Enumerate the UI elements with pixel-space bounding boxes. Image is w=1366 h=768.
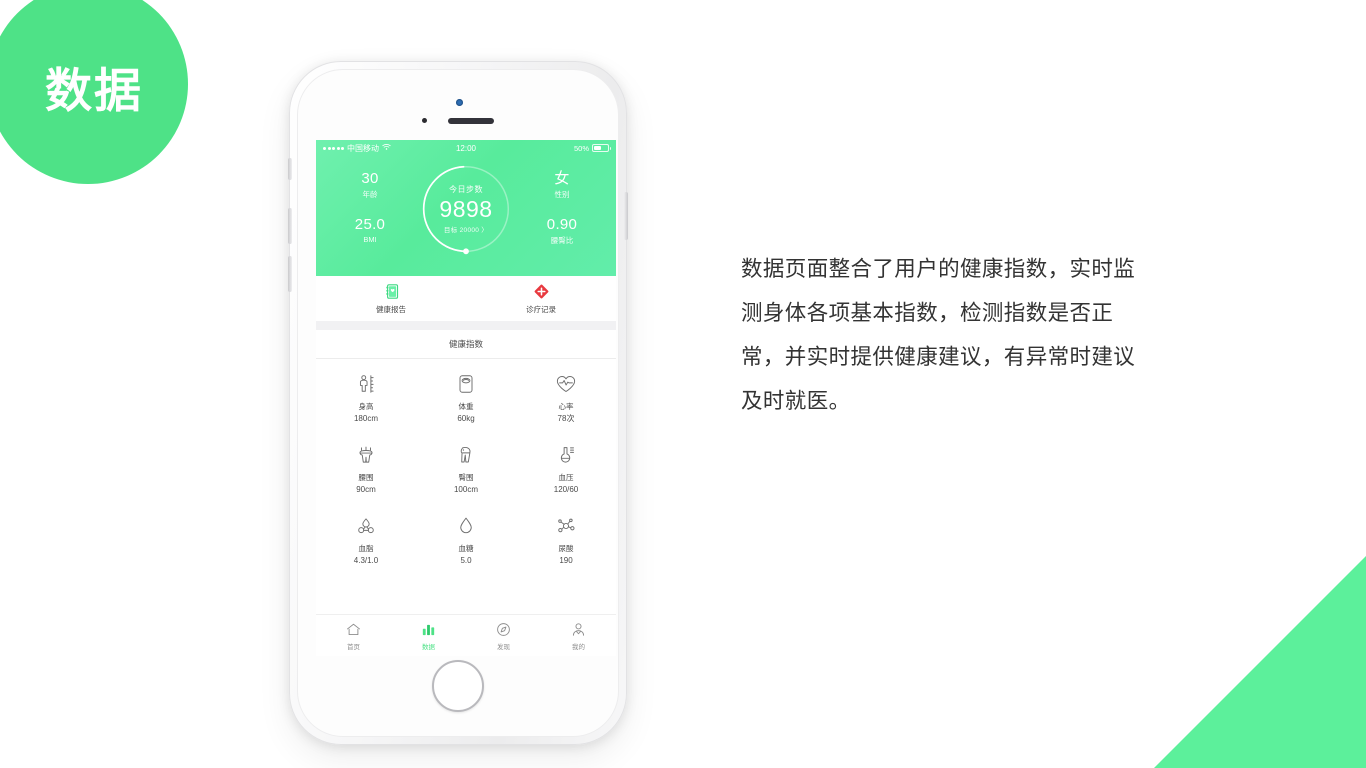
metric-uric-acid-value: 190 xyxy=(559,556,573,565)
bar-chart-icon xyxy=(420,621,437,638)
metric-heart-rate[interactable]: 心率 78次 xyxy=(516,363,616,434)
metric-row: 身高 180cm 体重 60kg 心率 78次 xyxy=(316,363,616,434)
tab-mine[interactable]: 我的 xyxy=(541,621,616,651)
blood-pressure-gauge-icon xyxy=(554,443,578,467)
metric-weight[interactable]: 体重 60kg xyxy=(416,363,516,434)
step-ring-content: 今日步数 9898 目标 20000 〉 xyxy=(419,162,513,256)
quick-action-medical-record-label: 诊疗记录 xyxy=(526,304,556,314)
bottom-tab-bar: 首页 数据 发现 我的 xyxy=(316,614,616,656)
metric-blood-pressure-value: 120/60 xyxy=(553,485,579,494)
weight-scale-icon xyxy=(454,372,478,396)
section-badge: 数据 xyxy=(0,0,188,184)
quick-action-health-report[interactable]: 健康报告 xyxy=(316,283,466,315)
tab-data[interactable]: 数据 xyxy=(391,621,466,651)
section-badge-label: 数据 xyxy=(45,63,143,117)
stat-gender-value: 女 xyxy=(554,170,570,187)
metric-hip[interactable]: 臀围 100cm xyxy=(416,434,516,505)
metric-row: 腰围 90cm 臀围 100cm 血压 120/60 xyxy=(316,434,616,505)
proximity-sensor-icon xyxy=(422,118,427,123)
earpiece-speaker xyxy=(448,118,494,124)
stat-bmi-label: BMI xyxy=(363,235,377,244)
metric-hip-value: 100cm xyxy=(453,485,478,494)
metric-uric-acid-name: 尿酸 xyxy=(558,544,574,553)
tab-discover[interactable]: 发现 xyxy=(466,621,541,651)
home-icon xyxy=(345,621,362,638)
lipid-molecule-icon xyxy=(354,514,378,538)
quick-action-row: 健康报告 诊疗记录 xyxy=(316,276,616,321)
step-count: 9898 xyxy=(439,196,493,222)
person-icon xyxy=(570,621,587,638)
metric-blood-sugar[interactable]: 血糖 5.0 xyxy=(416,505,516,576)
phone-body: 中国移动 12:00 50% 30 年龄 25.0 BMI 女 性别 0.90 … xyxy=(297,69,619,737)
height-person-ruler-icon xyxy=(354,372,378,396)
phone-mockup: 中国移动 12:00 50% 30 年龄 25.0 BMI 女 性别 0.90 … xyxy=(288,61,628,745)
stat-age-value: 30 xyxy=(361,170,379,187)
header-stats: 30 年龄 25.0 BMI 女 性别 0.90 腰臀比 今日步数 9898 目… xyxy=(316,140,616,276)
stat-bmi[interactable]: 25.0 BMI xyxy=(334,216,406,244)
stat-gender[interactable]: 女 性别 xyxy=(526,170,598,200)
quick-action-medical-record[interactable]: 诊疗记录 xyxy=(466,283,616,315)
metric-weight-value: 60kg xyxy=(457,414,475,423)
health-header-panel: 中国移动 12:00 50% 30 年龄 25.0 BMI 女 性别 0.90 … xyxy=(316,140,616,276)
description-text: 数据页面整合了用户的健康指数，实时监测身体各项基本指数，检测指数是否正常，并实时… xyxy=(741,257,1136,413)
metric-waist-name: 腰围 xyxy=(358,473,374,482)
volume-up-button[interactable] xyxy=(288,208,292,244)
metric-height[interactable]: 身高 180cm xyxy=(316,363,416,434)
step-title: 今日步数 xyxy=(449,185,483,194)
metric-hip-name: 臀围 xyxy=(458,473,474,482)
home-button[interactable] xyxy=(432,660,484,712)
step-progress-ring[interactable]: 今日步数 9898 目标 20000 〉 xyxy=(419,162,513,256)
stat-whr-value: 0.90 xyxy=(546,216,578,233)
tab-mine-label: 我的 xyxy=(572,643,585,651)
tab-home-label: 首页 xyxy=(347,643,360,651)
metric-blood-pressure[interactable]: 血压 120/60 xyxy=(516,434,616,505)
heart-pulse-icon xyxy=(554,372,578,396)
waist-measure-icon xyxy=(354,443,378,467)
stat-whr-label: 腰臀比 xyxy=(550,236,574,245)
quick-action-health-report-label: 健康报告 xyxy=(376,304,406,314)
section-title-health-index: 健康指数 xyxy=(316,330,616,358)
uric-acid-molecule-icon xyxy=(554,514,578,538)
phone-screen: 中国移动 12:00 50% 30 年龄 25.0 BMI 女 性别 0.90 … xyxy=(316,140,616,656)
compass-icon xyxy=(495,621,512,638)
tab-home[interactable]: 首页 xyxy=(316,621,391,651)
medical-cross-icon xyxy=(533,283,550,300)
metric-heart-rate-name: 心率 xyxy=(558,402,574,411)
mute-switch[interactable] xyxy=(288,158,292,180)
tab-discover-label: 发现 xyxy=(497,643,510,651)
stat-gender-label: 性别 xyxy=(554,190,570,199)
step-goal-link[interactable]: 目标 20000 〉 xyxy=(444,224,488,234)
metric-uric-acid[interactable]: 尿酸 190 xyxy=(516,505,616,576)
blood-drop-icon xyxy=(454,514,478,538)
metric-waist[interactable]: 腰围 90cm xyxy=(316,434,416,505)
metric-blood-sugar-name: 血糖 xyxy=(458,544,474,553)
metric-weight-name: 体重 xyxy=(458,402,474,411)
metric-heart-rate-value: 78次 xyxy=(557,414,575,423)
metric-blood-sugar-value: 5.0 xyxy=(460,556,472,565)
front-camera-icon xyxy=(456,99,463,106)
metric-row: 血脂 4.3/1.0 血糖 5.0 尿酸 190 xyxy=(316,505,616,576)
health-metrics-grid: 身高 180cm 体重 60kg 心率 78次 腰围 90cm 臀围 100cm… xyxy=(316,359,616,576)
corner-triangle-decoration xyxy=(1154,556,1366,768)
section-spacer xyxy=(316,321,616,330)
metric-blood-lipids-value: 4.3/1.0 xyxy=(353,556,379,565)
metric-height-value: 180cm xyxy=(353,414,378,423)
metric-height-name: 身高 xyxy=(358,402,374,411)
page-root: 数据 数据页面整合了用户的健康指数，实时监测身体各项基本指数，检测指数是否正常，… xyxy=(0,0,1366,768)
metric-blood-lipids-name: 血脂 xyxy=(358,544,374,553)
metric-blood-pressure-name: 血压 xyxy=(558,473,574,482)
metric-blood-lipids[interactable]: 血脂 4.3/1.0 xyxy=(316,505,416,576)
volume-down-button[interactable] xyxy=(288,256,292,292)
metric-waist-value: 90cm xyxy=(356,485,376,494)
stat-bmi-value: 25.0 xyxy=(354,216,386,233)
tab-data-label: 数据 xyxy=(422,643,435,651)
stat-waist-hip-ratio[interactable]: 0.90 腰臀比 xyxy=(526,216,598,246)
hip-legs-icon xyxy=(454,443,478,467)
report-book-icon xyxy=(383,283,400,300)
stat-age-label: 年龄 xyxy=(362,190,378,199)
power-button[interactable] xyxy=(624,192,628,240)
stat-age[interactable]: 30 年龄 xyxy=(334,170,406,200)
